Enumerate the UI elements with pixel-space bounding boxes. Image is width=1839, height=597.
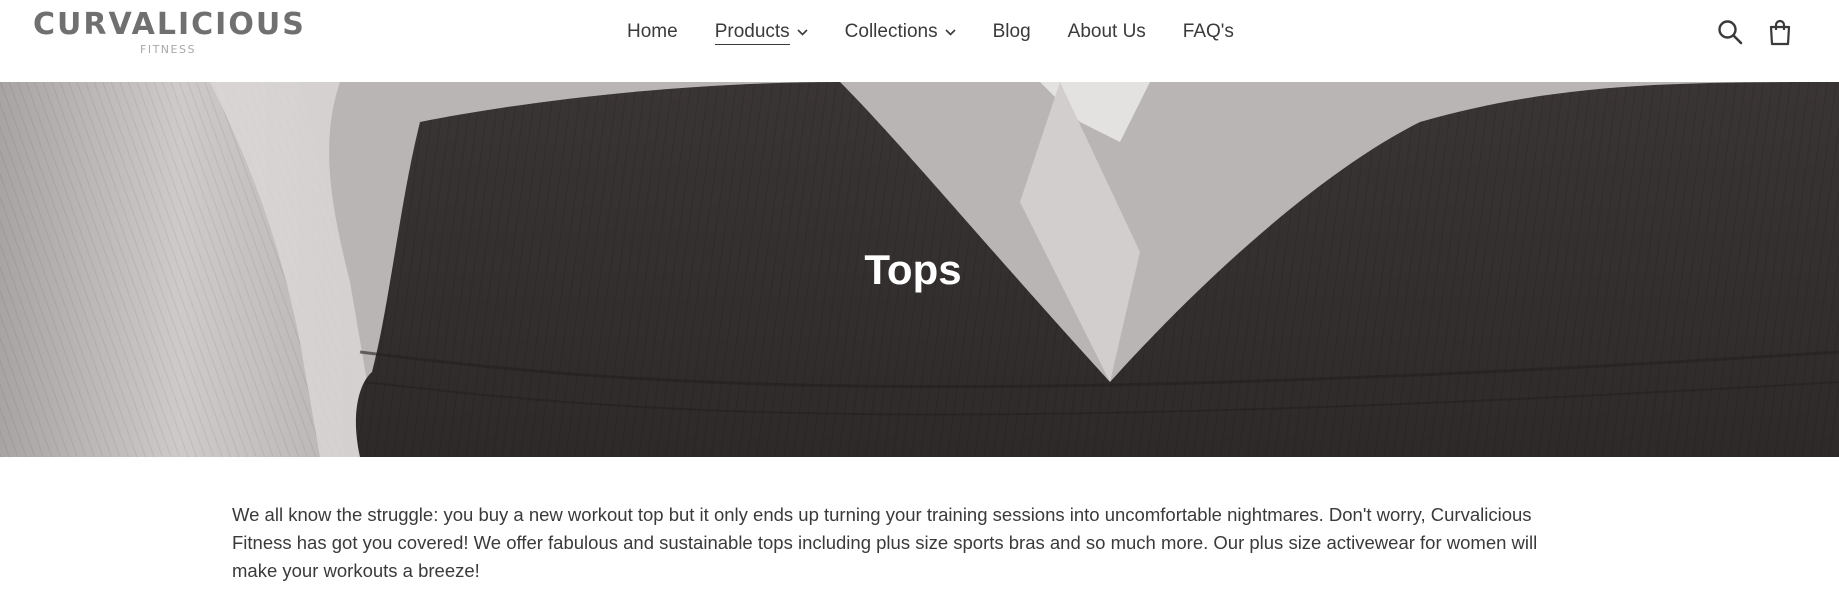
nav-item-products[interactable]: Products: [714, 20, 808, 45]
site-header: CURVALICIOUS FITNESS Home Products Colle…: [0, 0, 1839, 82]
main-nav: Home Products Collections Blog About Us …: [627, 19, 1271, 45]
collection-hero: Tops: [0, 82, 1839, 457]
nav-item-label: FAQ's: [1182, 21, 1234, 42]
nav-item-label: Products: [714, 20, 790, 45]
nav-item-blog[interactable]: Blog: [993, 20, 1031, 44]
chevron-down-icon: [797, 28, 808, 36]
collection-description: We all know the struggle: you buy a new …: [232, 504, 1538, 581]
nav-item-label: Home: [627, 21, 678, 42]
brand-name: CURVALICIOUS: [33, 7, 306, 42]
nav-item-collections[interactable]: Collections: [845, 20, 956, 44]
nav-item-label: About Us: [1067, 21, 1146, 42]
nav-item-label: Blog: [992, 21, 1031, 42]
chevron-down-icon: [945, 28, 956, 36]
cart-icon[interactable]: [1766, 18, 1794, 46]
nav-item-faqs[interactable]: FAQ's: [1183, 20, 1234, 44]
search-icon[interactable]: [1716, 18, 1744, 46]
header-icons: [1694, 18, 1794, 46]
page-title: Tops: [864, 246, 962, 293]
nav-item-label: Collections: [844, 21, 938, 42]
nav-item-home[interactable]: Home: [627, 20, 678, 44]
nav-item-about-us[interactable]: About Us: [1068, 20, 1146, 44]
brand-tagline: FITNESS: [140, 43, 196, 56]
brand-logo[interactable]: CURVALICIOUS FITNESS: [33, 8, 313, 58]
